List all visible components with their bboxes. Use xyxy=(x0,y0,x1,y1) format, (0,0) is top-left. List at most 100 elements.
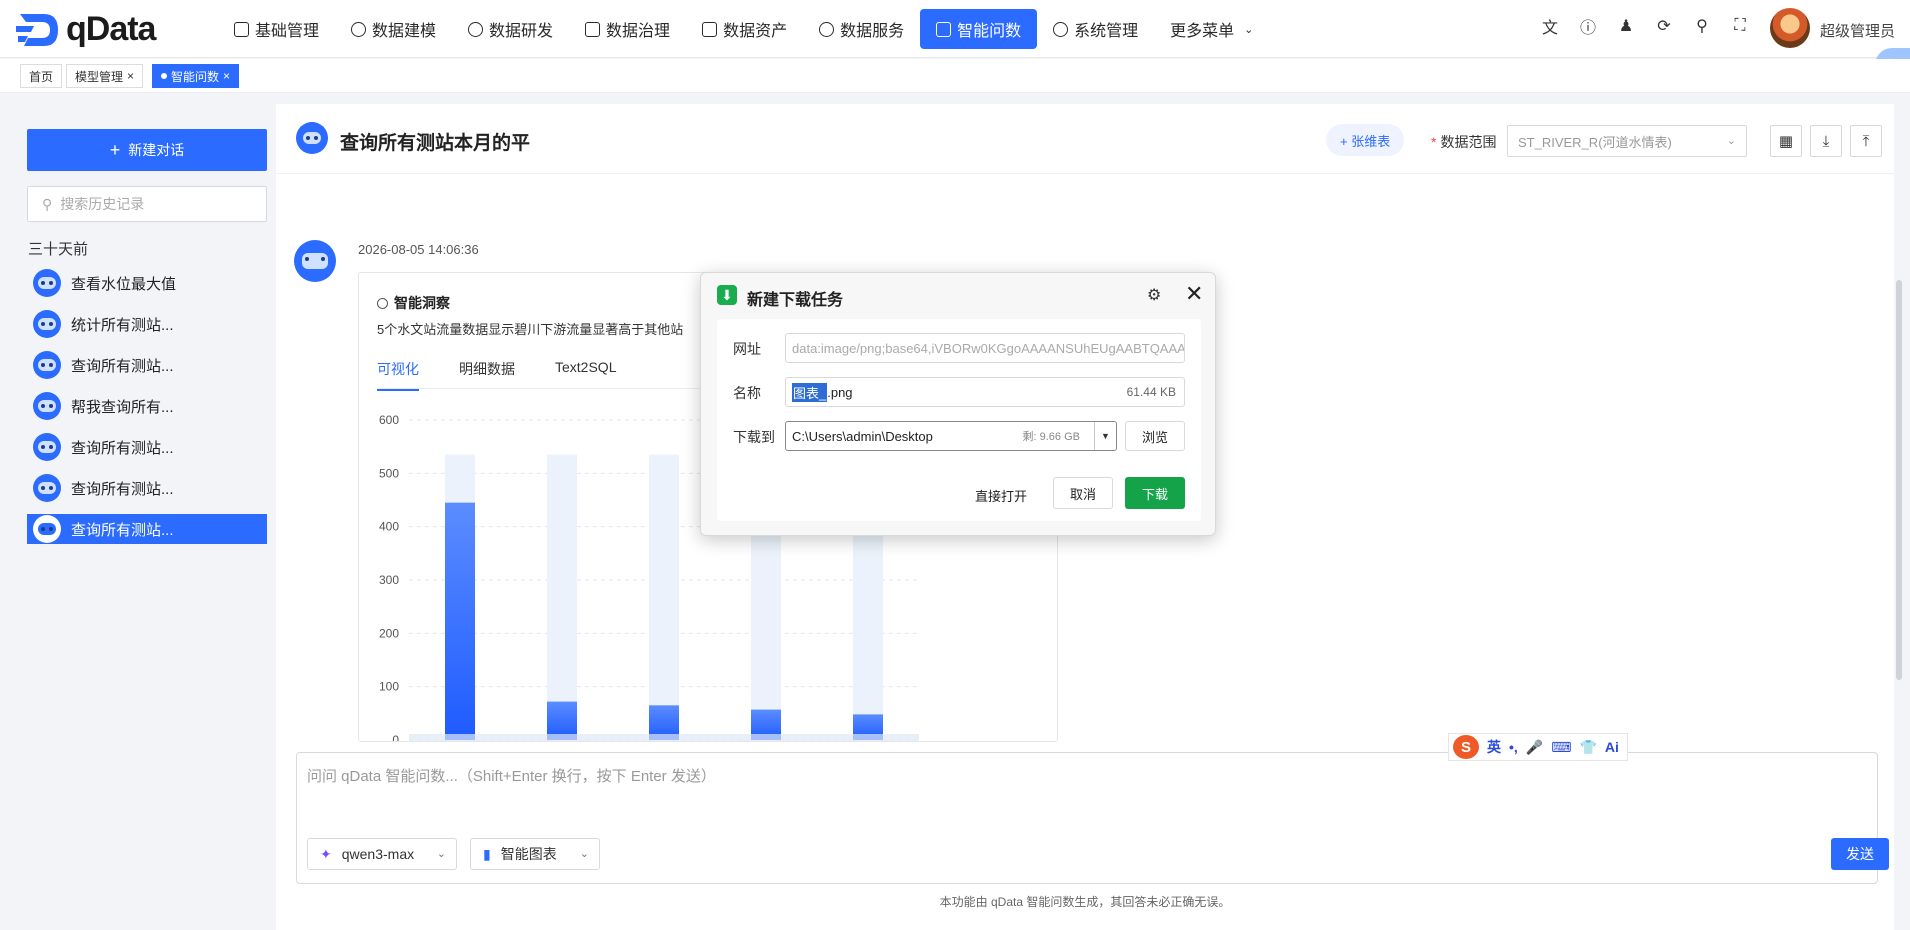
history-section-title: 三十天前 xyxy=(28,241,89,258)
url-field[interactable]: data:image/png;base64,iVBORw0KGgoAAAANSU… xyxy=(785,333,1185,363)
save-path-field[interactable]: C:\Users\admin\Desktop 剩: 9.66 GB ▼ xyxy=(785,421,1117,451)
heart-icon xyxy=(819,21,835,37)
robot-icon xyxy=(294,240,336,282)
download-button[interactable]: 下载 xyxy=(1125,477,1185,509)
close-icon[interactable]: ✕ xyxy=(1185,281,1203,307)
tab-text2sql[interactable]: Text2SQL xyxy=(555,359,616,391)
model-select[interactable]: ✦ qwen3-max ⌄ xyxy=(307,838,457,870)
ime-ai[interactable]: Ai xyxy=(1605,739,1619,755)
cancel-button[interactable]: 取消 xyxy=(1053,477,1113,509)
insight-title: 智能洞察 xyxy=(377,293,450,313)
user-avatar[interactable] xyxy=(1770,8,1810,48)
tab-smart-query[interactable]: 智能问数 × xyxy=(152,64,240,88)
qdata-logo-icon xyxy=(16,13,58,46)
chevron-down-icon[interactable]: ▼ xyxy=(1094,422,1116,450)
y-tick-label: 300 xyxy=(379,573,399,587)
chat-title-bar: 查询所有测站本月的平 + 张维表 * 数据范围 ST_RIVER_R(河道水情表)… xyxy=(276,104,1894,174)
microphone-icon[interactable]: 🎤 xyxy=(1526,739,1543,756)
nav-data-services[interactable]: 数据服务 xyxy=(803,9,920,49)
robot-face xyxy=(38,523,56,535)
page-title: 查询所有测站本月的平 xyxy=(340,133,531,154)
add-dimension-table-button[interactable]: + 张维表 xyxy=(1326,124,1405,156)
app-logo[interactable]: qData xyxy=(14,10,156,49)
user-name[interactable]: 超级管理员 xyxy=(1820,20,1895,41)
data-scope-select[interactable]: ST_RIVER_R(河道水情表) ⌄ xyxy=(1507,125,1747,157)
y-tick-label: 600 xyxy=(379,413,399,427)
nav-system-management[interactable]: 系统管理 xyxy=(1037,9,1154,49)
nav-data-development[interactable]: 数据研发 xyxy=(452,9,569,49)
chevron-down-icon: ⌄ xyxy=(1244,23,1254,36)
disclaimer-note: 本功能由 qData 智能问数生成，其回答未必正确无误。 xyxy=(939,895,1231,909)
robot-icon xyxy=(296,122,328,154)
nav-data-governance[interactable]: 数据治理 xyxy=(569,9,686,49)
download-icon[interactable]: ⤓ xyxy=(1810,125,1842,157)
filename-ext: .png xyxy=(827,384,853,400)
robot-face xyxy=(38,359,56,371)
document-icon xyxy=(234,21,249,37)
nav-data-modeling[interactable]: 数据建模 xyxy=(335,9,452,49)
history-item-label: 帮我查询所有... xyxy=(71,398,174,416)
nav-more-menu[interactable]: 更多菜单 ⌄ xyxy=(1154,9,1269,49)
nav-label: 数据建模 xyxy=(372,23,437,40)
history-item-active[interactable]: 查询所有测站... xyxy=(27,514,267,544)
tab-label: 首页 xyxy=(29,69,54,84)
close-icon[interactable]: × xyxy=(127,69,134,83)
lightbulb-icon xyxy=(377,297,388,309)
active-dot-icon xyxy=(161,73,167,79)
chat-input-placeholder: 问问 qData 智能问数...（Shift+Enter 换行，按下 Enter… xyxy=(307,768,716,785)
free-space: 剩: 9.66 GB xyxy=(1022,431,1080,443)
nav-smart-query[interactable]: 智能问数 xyxy=(920,9,1038,49)
nav-data-assets[interactable]: 数据资产 xyxy=(686,9,803,49)
tab-detail-data[interactable]: 明细数据 xyxy=(459,359,515,391)
open-directly-button[interactable]: 直接打开 xyxy=(975,486,1027,505)
bar xyxy=(445,502,475,740)
tab-model-management[interactable]: 模型管理 × xyxy=(66,64,144,88)
history-item[interactable]: 统计所有测站... xyxy=(27,309,267,339)
insight-title-text: 智能洞察 xyxy=(394,295,450,311)
history-item[interactable]: 查看水位最大值 xyxy=(27,268,267,298)
chat-input-box[interactable]: 问问 qData 智能问数...（Shift+Enter 换行，按下 Enter… xyxy=(296,752,1889,884)
keyboard-icon[interactable]: ⌨ xyxy=(1551,739,1571,756)
robot-face xyxy=(38,277,56,289)
y-tick-label: 500 xyxy=(379,466,399,480)
hexagon-icon xyxy=(468,21,484,37)
bar-background xyxy=(547,454,577,740)
history-item[interactable]: 查询所有测站... xyxy=(27,350,267,380)
history-item[interactable]: 查询所有测站... xyxy=(27,432,267,462)
skin-icon[interactable]: 👕 xyxy=(1579,739,1596,756)
help-icon[interactable]: ⓘ xyxy=(1578,16,1598,37)
nav-basic-management[interactable]: 基础管理 xyxy=(218,9,335,49)
browse-button[interactable]: 浏览 xyxy=(1125,421,1185,451)
tab-visualization[interactable]: 可视化 xyxy=(377,359,419,391)
cube-icon xyxy=(351,21,367,37)
logo-text: qData xyxy=(66,10,156,48)
robot-icon xyxy=(33,392,61,420)
gear-icon[interactable]: ⚙ xyxy=(1147,285,1161,305)
chart-mode-select[interactable]: ▮ 智能图表 ⌄ xyxy=(470,838,600,870)
upload-icon[interactable]: ⤒ xyxy=(1850,125,1882,157)
filename-field[interactable]: 图表_ .png 61.44 KB xyxy=(785,377,1185,407)
bell-icon[interactable]: ♟ xyxy=(1616,16,1636,36)
refresh-icon[interactable]: ⟳ xyxy=(1654,16,1674,36)
fullscreen-icon[interactable]: ⛶ xyxy=(1730,16,1750,36)
tab-home[interactable]: 首页 xyxy=(20,64,63,88)
history-item[interactable]: 查询所有测站... xyxy=(27,473,267,503)
translate-icon[interactable]: 文 xyxy=(1540,16,1560,37)
ime-punctuation[interactable]: •, xyxy=(1509,739,1518,755)
main-scrollbar[interactable] xyxy=(1896,280,1902,680)
tab-label: 模型管理 xyxy=(75,69,124,84)
close-icon[interactable]: × xyxy=(223,69,230,83)
search-icon[interactable]: ⚲ xyxy=(1692,16,1712,36)
zoom-slider xyxy=(409,734,919,741)
history-search-input[interactable]: ⚲ 搜索历史记录 xyxy=(27,186,267,222)
send-button[interactable]: 发送 xyxy=(1831,838,1889,870)
ime-language[interactable]: 英 xyxy=(1487,737,1501,757)
sogou-logo-icon[interactable]: S xyxy=(1453,735,1479,759)
new-chat-button[interactable]: + 新建对话 xyxy=(27,129,267,171)
search-placeholder: 搜索历史记录 xyxy=(60,196,145,212)
history-item[interactable]: 帮我查询所有... xyxy=(27,391,267,421)
layout-icon[interactable]: ▦ xyxy=(1770,125,1802,157)
plus-icon: + xyxy=(109,139,121,160)
y-tick-label: 400 xyxy=(379,520,399,534)
history-item-label: 查询所有测站... xyxy=(71,439,174,457)
